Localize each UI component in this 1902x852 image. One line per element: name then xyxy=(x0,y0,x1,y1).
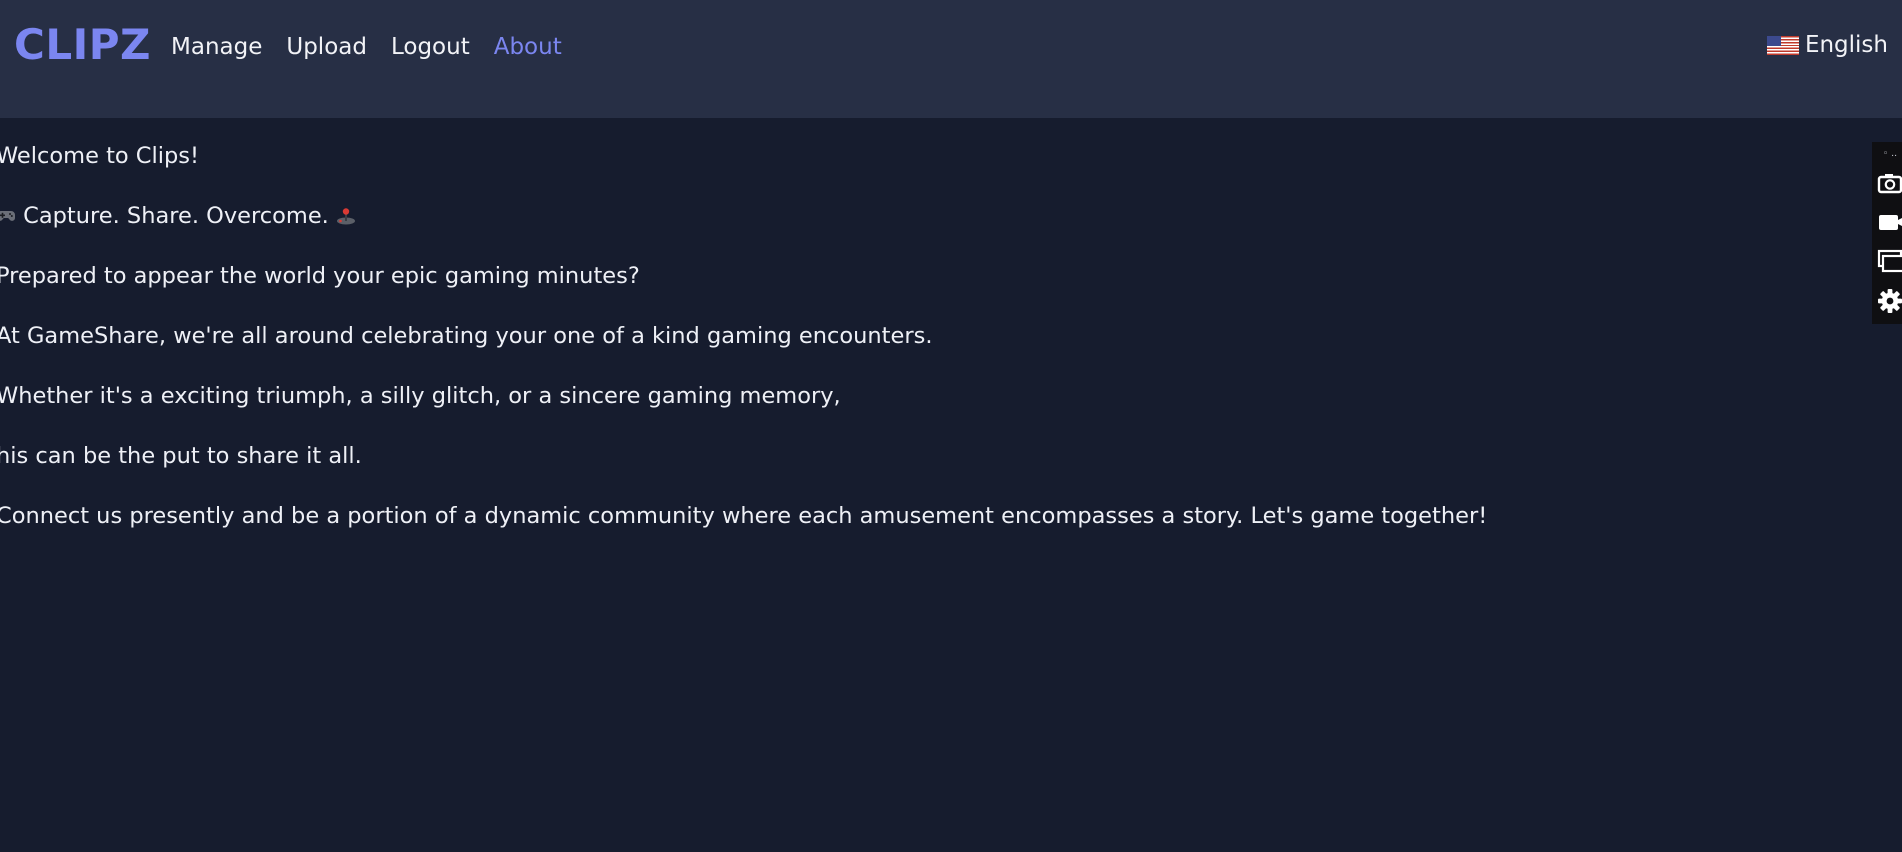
main-nav: Manage Upload Logout About xyxy=(171,32,562,62)
welcome-text: Welcome to Clips! xyxy=(0,143,200,169)
camera-icon[interactable] xyxy=(1876,170,1902,196)
question-text: Prepared to appear the world your epic g… xyxy=(0,263,640,289)
language-selector[interactable]: English xyxy=(1766,30,1888,60)
connect-text: Connect us presently and be a portion of… xyxy=(0,503,1488,529)
drag-handle-icon[interactable]: ◦ ‥ xyxy=(1883,150,1897,159)
window-icon[interactable] xyxy=(1876,248,1902,274)
about-content: Welcome to Clips! Capture. Share. Overco… xyxy=(0,142,1487,562)
us-flag-icon xyxy=(1766,35,1799,55)
gamepad-icon xyxy=(0,211,15,221)
capture-toolbar: ◦ ‥ xyxy=(1872,142,1902,324)
gear-icon[interactable] xyxy=(1876,288,1902,314)
whether-text: Whether it's a exciting triumph, a silly… xyxy=(0,383,841,409)
nav-about[interactable]: About xyxy=(494,32,562,62)
nav-logout[interactable]: Logout xyxy=(391,32,470,62)
joystick-icon xyxy=(337,208,355,225)
video-camera-icon[interactable] xyxy=(1876,209,1902,235)
place-text: his can be the put to share it all. xyxy=(0,443,362,469)
language-label: English xyxy=(1804,32,1888,58)
intro-text: At GameShare, we're all around celebrati… xyxy=(0,323,933,349)
nav-manage[interactable]: Manage xyxy=(171,32,262,62)
top-navbar: CLIPZ Manage Upload Logout About English xyxy=(0,0,1902,118)
tagline-text: Capture. Share. Overcome. xyxy=(23,203,329,229)
logo[interactable]: CLIPZ xyxy=(14,20,151,69)
tagline-line: Capture. Share. Overcome. xyxy=(0,202,1487,230)
nav-upload[interactable]: Upload xyxy=(286,32,367,62)
